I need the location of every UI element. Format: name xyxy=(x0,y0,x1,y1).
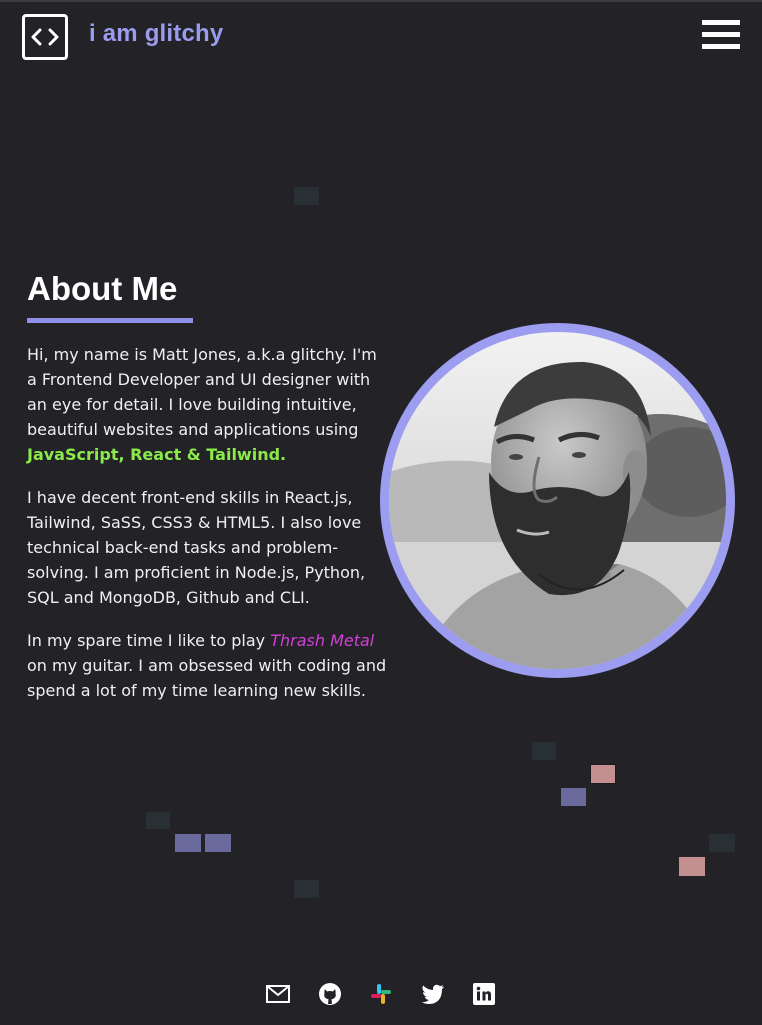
glitch-square xyxy=(532,742,556,760)
tech-highlight: JavaScript, React & Tailwind. xyxy=(27,445,287,464)
glitch-square xyxy=(561,788,586,806)
bio-p1-text: Hi, my name is Matt Jones, a.k.a glitchy… xyxy=(27,345,377,439)
mail-icon[interactable] xyxy=(264,980,292,1008)
title-underline xyxy=(27,318,193,323)
bio-paragraph-3: In my spare time I like to play Thrash M… xyxy=(27,628,387,703)
glitch-square xyxy=(146,812,170,829)
bio-paragraph-1: Hi, my name is Matt Jones, a.k.a glitchy… xyxy=(27,342,387,467)
glitch-square xyxy=(709,834,735,852)
glitch-square xyxy=(294,880,319,898)
glitch-square xyxy=(679,857,705,876)
page: i am glitchy About Me Hi, my name is Mat… xyxy=(0,0,762,1025)
social-links xyxy=(0,980,762,1008)
glitch-square xyxy=(175,834,201,852)
slack-icon[interactable] xyxy=(367,980,395,1008)
brand-name[interactable]: i am glitchy xyxy=(89,20,223,48)
glitch-square xyxy=(590,764,616,784)
glitch-square xyxy=(205,834,231,852)
twitter-icon[interactable] xyxy=(419,980,447,1008)
linkedin-icon[interactable] xyxy=(470,980,498,1008)
bio-text: Hi, my name is Matt Jones, a.k.a glitchy… xyxy=(27,342,387,721)
bio-p3-after: on my guitar. I am obsessed with coding … xyxy=(27,656,387,700)
top-border xyxy=(0,0,762,2)
github-icon[interactable] xyxy=(316,980,344,1008)
hobby-highlight: Thrash Metal xyxy=(270,631,375,650)
code-brackets-icon[interactable] xyxy=(22,14,68,60)
glitch-square xyxy=(294,187,319,205)
bio-paragraph-2: I have decent front-end skills in React.… xyxy=(27,488,366,607)
hamburger-menu-icon[interactable] xyxy=(702,20,740,52)
profile-photo xyxy=(380,323,735,678)
section-title: About Me xyxy=(27,270,178,307)
bio-p3-before: In my spare time I like to play xyxy=(27,631,271,650)
